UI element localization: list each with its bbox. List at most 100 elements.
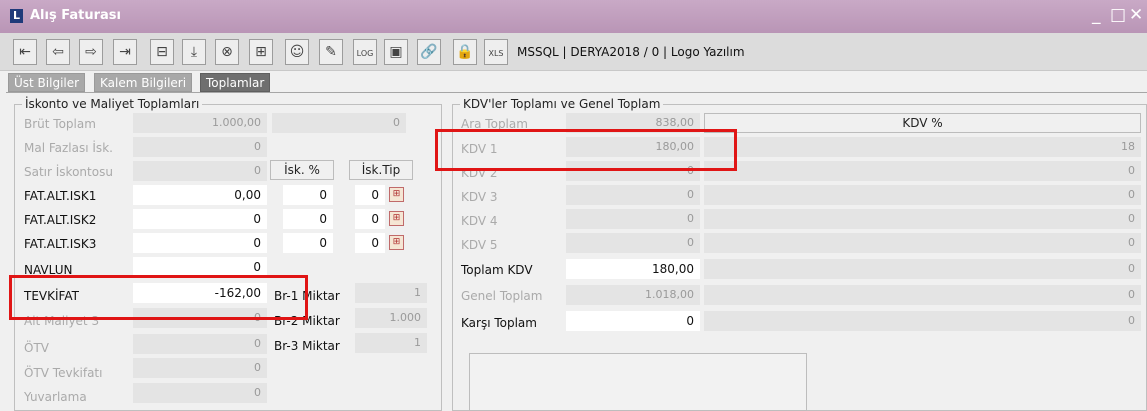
brut-toplam-field: 1.000,00	[133, 113, 267, 133]
satir-iskontosu-field: 0	[133, 161, 267, 181]
toolbar: ⇤ ⇦ ⇨ ⇥ ⊟ ⤓ ⊗ ⊞ ☺ ✎ LOG ▣ 🔗 🔒 XLS MSSQL …	[0, 33, 1147, 71]
fat-alt-isk2-pct-field[interactable]: 0	[283, 209, 333, 229]
otv-field: 0	[133, 334, 267, 354]
kdv3-field: 0	[566, 185, 700, 205]
tevkifat-highlight-box	[9, 275, 308, 320]
yuvarlama-label: Yuvarlama	[24, 390, 87, 404]
user-icon: ☺	[289, 44, 305, 60]
minimize-form-button[interactable]: ⊟	[150, 39, 174, 65]
close-window-button[interactable]: ✕	[1129, 5, 1143, 25]
kdv5-label: KDV 5	[461, 238, 498, 252]
satir-iskontosu-label: Satır İskontosu	[24, 165, 113, 179]
link-button[interactable]: 🔗	[417, 39, 441, 65]
mal-fazlasi-label: Mal Fazlası İsk.	[24, 141, 113, 155]
fat-alt-isk3-pct-field[interactable]: 0	[283, 233, 333, 253]
genel-toplam-label: Genel Toplam	[461, 289, 543, 303]
xls-icon: XLS	[488, 49, 504, 58]
lock-button[interactable]: 🔒	[453, 39, 477, 65]
fat-alt-isk2-label: FAT.ALT.ISK2	[24, 213, 97, 227]
genel-toplam-field: 1.018,00	[566, 285, 700, 305]
kdv3-pct-field: 0	[704, 185, 1141, 205]
document-button[interactable]: ▣	[384, 39, 408, 65]
log-button[interactable]: LOG	[353, 39, 377, 65]
brut-toplam-label: Brüt Toplam	[24, 117, 96, 131]
toplam-kdv-label: Toplam KDV	[461, 263, 533, 277]
link-icon: 🔗	[420, 44, 438, 60]
window-title: Alış Faturası	[30, 8, 121, 23]
kdv1-highlight-box	[435, 129, 737, 171]
document-icon: ▣	[389, 44, 403, 60]
next-record-button[interactable]: ⇨	[79, 39, 103, 65]
edit-icon: ✎	[325, 44, 337, 60]
next-icon: ⇨	[85, 44, 97, 60]
cancel-icon: ⊗	[221, 44, 233, 60]
toplam-kdv-pct-field: 0	[704, 259, 1141, 279]
karsi-toplam-pct-field: 0	[704, 311, 1141, 331]
br3-miktar-label: Br-3 Miktar	[274, 339, 340, 353]
lock-icon: 🔒	[456, 44, 474, 60]
discount-type-picker-icon[interactable]: ⊞	[389, 211, 404, 226]
group-title: İskonto ve Maliyet Toplamları	[22, 97, 203, 111]
user-button[interactable]: ☺	[285, 39, 309, 65]
notes-panel	[469, 353, 807, 411]
tab-ust-bilgiler[interactable]: Üst Bilgiler	[8, 73, 86, 92]
kdv3-label: KDV 3	[461, 190, 498, 204]
minimize-window-button[interactable]: _	[1092, 5, 1101, 25]
kdv2-pct-field: 0	[704, 161, 1141, 181]
otv-tevkifat-label: ÖTV Tevkifatı	[24, 366, 103, 380]
kdv1-pct-field: 18	[704, 137, 1141, 157]
fat-alt-isk2-tip-field[interactable]: 0	[355, 209, 385, 229]
download-icon: ⤓	[190, 44, 198, 60]
fat-alt-isk1-field[interactable]: 0,00	[133, 185, 267, 205]
group-title: KDV'ler Toplamı ve Genel Toplam	[460, 97, 664, 111]
fat-alt-isk2-field[interactable]: 0	[133, 209, 267, 229]
log-icon: LOG	[356, 49, 374, 58]
br2-miktar-field: 1.000	[355, 308, 427, 328]
save-button[interactable]: ⤓	[182, 39, 206, 65]
kdv4-field: 0	[566, 209, 700, 229]
title-bar: L Alış Faturası _ □ ✕	[0, 0, 1147, 33]
isk-pct-header: İsk. %	[270, 160, 334, 180]
br3-miktar-field: 1	[355, 333, 427, 353]
fat-alt-isk1-label: FAT.ALT.ISK1	[24, 189, 97, 203]
fat-alt-isk1-pct-field[interactable]: 0	[283, 185, 333, 205]
discount-type-picker-icon[interactable]: ⊞	[389, 235, 404, 250]
otv-tevkifat-field: 0	[133, 358, 267, 378]
maximize-window-button[interactable]: □	[1110, 5, 1126, 25]
app-logo-icon: L	[10, 9, 23, 23]
kdv4-label: KDV 4	[461, 214, 498, 228]
toplam-kdv-field[interactable]: 180,00	[566, 259, 700, 279]
tab-toplamlar[interactable]: Toplamlar	[200, 73, 271, 92]
navlun-field[interactable]: 0	[133, 257, 267, 277]
kdv4-pct-field: 0	[704, 209, 1141, 229]
edit-button[interactable]: ✎	[319, 39, 343, 65]
last-record-button[interactable]: ⇥	[113, 39, 137, 65]
karsi-toplam-label: Karşı Toplam	[461, 316, 537, 330]
discount-type-picker-icon[interactable]: ⊞	[389, 187, 404, 202]
karsi-toplam-field[interactable]: 0	[566, 311, 700, 331]
tab-kalem-bilgileri[interactable]: Kalem Bilgileri	[94, 73, 193, 92]
fat-alt-isk3-label: FAT.ALT.ISK3	[24, 237, 97, 251]
xls-export-button[interactable]: XLS	[484, 39, 508, 65]
isk-tip-header: İsk.Tip	[349, 160, 413, 180]
fat-alt-isk3-tip-field[interactable]: 0	[355, 233, 385, 253]
kdv5-pct-field: 0	[704, 233, 1141, 253]
minimize-icon: ⊟	[156, 44, 168, 60]
prev-icon: ⇦	[52, 44, 64, 60]
add-icon: ⊞	[255, 44, 267, 60]
yuvarlama-field: 0	[133, 383, 267, 403]
genel-toplam-pct-field: 0	[704, 285, 1141, 305]
mal-fazlasi-field: 0	[133, 137, 267, 157]
first-icon: ⇤	[19, 44, 31, 60]
brut-toplam-secondary-field: 0	[272, 113, 406, 133]
previous-record-button[interactable]: ⇦	[46, 39, 70, 65]
cancel-button[interactable]: ⊗	[215, 39, 239, 65]
br1-miktar-field: 1	[355, 283, 427, 303]
fat-alt-isk1-tip-field[interactable]: 0	[355, 185, 385, 205]
first-record-button[interactable]: ⇤	[13, 39, 37, 65]
fat-alt-isk3-field[interactable]: 0	[133, 233, 267, 253]
last-icon: ⇥	[119, 44, 131, 60]
add-button[interactable]: ⊞	[249, 39, 273, 65]
kdv-pct-header: KDV %	[704, 113, 1141, 133]
otv-label: ÖTV	[24, 341, 49, 355]
